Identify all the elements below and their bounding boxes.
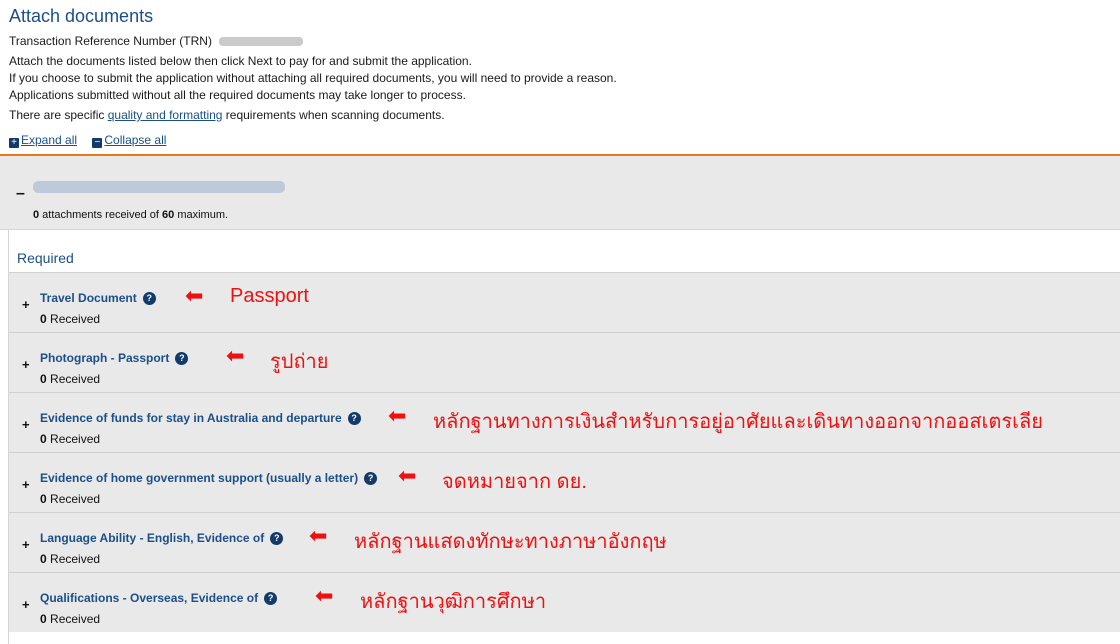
received-label: Received <box>46 612 101 626</box>
left-arrow-icon: ⬅ <box>226 343 245 368</box>
document-title-link[interactable]: Photograph - Passport? <box>40 351 189 365</box>
instruction-2: If you choose to submit the application … <box>9 71 617 85</box>
annotation-text: Passport <box>230 285 309 307</box>
expand-row-toggle[interactable]: + <box>22 417 30 432</box>
received-status: 0 Received <box>40 432 100 446</box>
left-arrow-icon: ⬅ <box>309 523 328 548</box>
expand-all-label: Expand all <box>21 133 78 147</box>
annotation-text: จดหมายจาก ดย. <box>442 471 587 493</box>
instruction-3: Applications submitted without all the r… <box>9 88 466 102</box>
quality-note: There are specific quality and formattin… <box>9 108 445 122</box>
received-status: 0 Received <box>40 612 100 626</box>
document-title: Travel Document <box>40 291 137 305</box>
expand-row-toggle[interactable]: + <box>22 357 30 372</box>
attachments-suffix: maximum. <box>174 209 229 221</box>
received-label: Received <box>46 312 101 326</box>
received-label: Received <box>46 432 101 446</box>
received-status: 0 Received <box>40 492 100 506</box>
required-heading: Required <box>17 250 74 266</box>
applicant-name-redacted <box>33 181 285 193</box>
applicant-collapse-toggle[interactable]: – <box>16 185 25 203</box>
documents-section: Required + Travel Document? 0 Received ⬅… <box>8 230 1120 644</box>
received-label: Received <box>46 552 101 566</box>
received-status: 0 Received <box>40 552 100 566</box>
received-count: 0 <box>40 312 47 326</box>
document-title: Qualifications - Overseas, Evidence of <box>40 591 259 605</box>
document-title-link[interactable]: Travel Document? <box>40 291 156 305</box>
document-row-language-ability: + Language Ability - English, Evidence o… <box>9 512 1120 572</box>
attachment-summary: 0 attachments received of 60 maximum. <box>33 209 228 221</box>
document-title: Evidence of home government support (usu… <box>40 471 359 485</box>
document-row-qualifications: + Qualifications - Overseas, Evidence of… <box>9 572 1120 632</box>
received-label: Received <box>46 492 101 506</box>
annotation-text: รูปถ่าย <box>270 351 329 373</box>
help-icon[interactable]: ? <box>264 592 278 605</box>
received-count: 0 <box>40 552 47 566</box>
received-label: Received <box>46 372 101 386</box>
received-count: 0 <box>40 432 47 446</box>
instruction-1: Attach the documents listed below then c… <box>9 54 472 68</box>
quality-suffix: requirements when scanning documents. <box>222 108 445 122</box>
received-count: 0 <box>40 612 47 626</box>
collapse-all-link[interactable]: − Collapse all <box>92 133 167 148</box>
expand-row-toggle[interactable]: + <box>22 477 30 492</box>
expand-row-toggle[interactable]: + <box>22 597 30 612</box>
left-arrow-icon: ⬅ <box>185 283 204 308</box>
document-title-link[interactable]: Language Ability - English, Evidence of? <box>40 531 284 545</box>
document-title-link[interactable]: Evidence of home government support (usu… <box>40 471 378 485</box>
attachments-mid-text: attachments received of <box>39 209 163 221</box>
expand-row-toggle[interactable]: + <box>22 297 30 312</box>
help-icon[interactable]: ? <box>142 292 156 305</box>
annotation-text: หลักฐานทางการเงินสำหรับการอยู่อาศัยและเด… <box>433 411 1043 433</box>
applicant-panel: – 0 attachments received of 60 maximum. <box>0 156 1120 230</box>
document-title: Evidence of funds for stay in Australia … <box>40 411 342 425</box>
left-arrow-icon: ⬅ <box>388 403 407 428</box>
document-title-link[interactable]: Qualifications - Overseas, Evidence of? <box>40 591 278 605</box>
help-icon[interactable]: ? <box>175 352 189 365</box>
page-title: Attach documents <box>9 6 154 26</box>
received-status: 0 Received <box>40 312 100 326</box>
minus-square-icon: − <box>92 138 103 148</box>
document-row-home-government-support: + Evidence of home government support (u… <box>9 452 1120 512</box>
received-status: 0 Received <box>40 372 100 386</box>
quality-prefix: There are specific <box>9 108 108 122</box>
trn-line: Transaction Reference Number (TRN) <box>9 34 304 48</box>
received-count: 0 <box>40 372 47 386</box>
document-row-travel-document: + Travel Document? 0 Received ⬅ Passport <box>9 272 1120 332</box>
trn-value-redacted <box>219 37 304 47</box>
expand-row-toggle[interactable]: + <box>22 537 30 552</box>
document-row-photograph: + Photograph - Passport? 0 Received ⬅ รู… <box>9 332 1120 392</box>
expand-all-link[interactable]: + Expand all <box>9 133 78 148</box>
annotation-text: หลักฐานวุฒิการศึกษา <box>360 591 547 613</box>
document-title: Language Ability - English, Evidence of <box>40 531 265 545</box>
quality-link[interactable]: quality and formatting <box>108 108 223 122</box>
trn-label: Transaction Reference Number (TRN) <box>9 34 212 48</box>
attachments-max-count: 60 <box>162 209 175 221</box>
left-arrow-icon: ⬅ <box>398 463 417 488</box>
collapse-all-label: Collapse all <box>104 133 167 147</box>
document-title-link[interactable]: Evidence of funds for stay in Australia … <box>40 411 361 425</box>
expand-collapse-controls: + Expand all − Collapse all <box>9 133 178 148</box>
help-icon[interactable]: ? <box>270 532 284 545</box>
document-title: Photograph - Passport <box>40 351 170 365</box>
document-row-evidence-of-funds: + Evidence of funds for stay in Australi… <box>9 392 1120 452</box>
help-icon[interactable]: ? <box>364 472 378 485</box>
plus-square-icon: + <box>9 138 19 148</box>
annotation-text: หลักฐานแสดงทักษะทางภาษาอังกฤษ <box>354 531 667 553</box>
help-icon[interactable]: ? <box>347 412 361 425</box>
received-count: 0 <box>40 492 47 506</box>
left-arrow-icon: ⬅ <box>315 583 334 608</box>
